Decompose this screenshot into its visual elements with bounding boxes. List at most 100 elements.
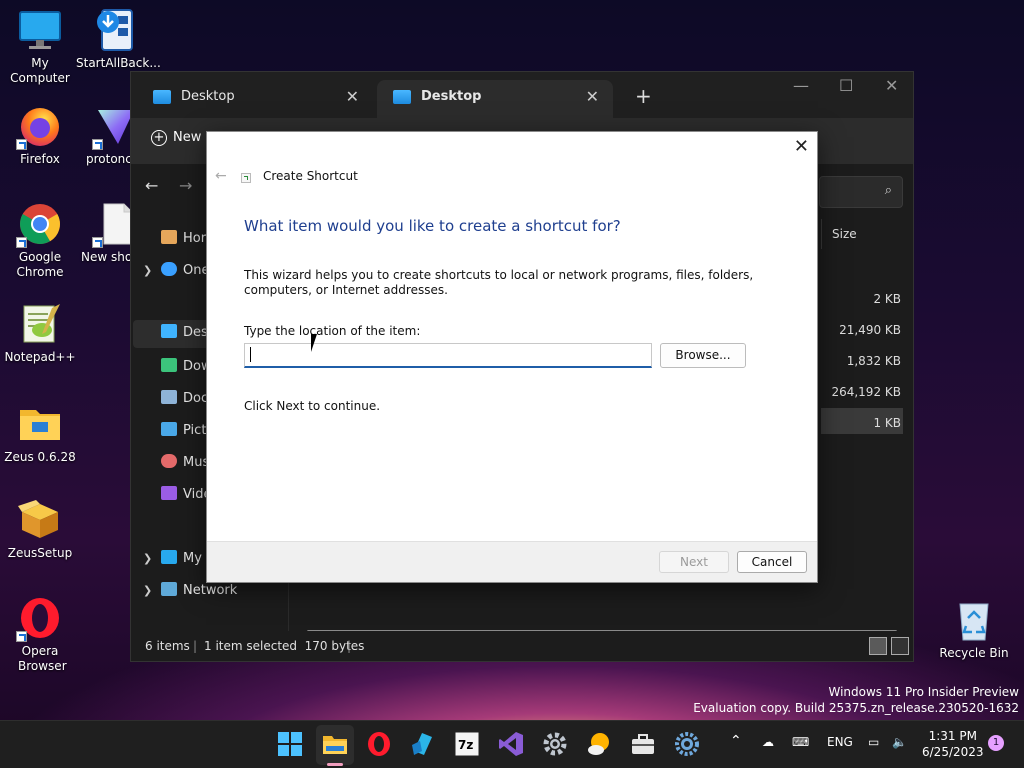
file-size-cell: 264,192 KB bbox=[831, 385, 901, 399]
column-header-size[interactable]: Size bbox=[821, 219, 907, 249]
next-button[interactable]: Next bbox=[659, 551, 729, 573]
sidebar-item-onedrive[interactable]: One bbox=[161, 262, 209, 286]
opera-icon[interactable] bbox=[366, 731, 392, 757]
desktop-icon-firefox[interactable]: Firefox bbox=[0, 104, 80, 167]
start-windows-icon[interactable] bbox=[277, 731, 303, 757]
shortcut-arrow-icon bbox=[92, 139, 103, 150]
search-box[interactable]: ⌕ bbox=[819, 176, 903, 208]
display-icon[interactable]: ▭ bbox=[868, 735, 879, 749]
dialog-title: Create Shortcut bbox=[263, 169, 358, 183]
desktop-icon-opera-browser[interactable]: Opera Browser bbox=[0, 596, 80, 674]
minimize-icon[interactable]: — bbox=[793, 76, 809, 95]
close-window-icon[interactable]: ✕ bbox=[885, 76, 898, 95]
sidebar-item-pictures[interactable]: Pict bbox=[161, 422, 206, 446]
search-icon: ⌕ bbox=[884, 183, 892, 198]
notification-badge[interactable]: 1 bbox=[988, 735, 1004, 751]
desktop-icon-zeus[interactable]: Zeus 0.6.28 bbox=[0, 402, 80, 465]
wizard-description: This wizard helps you to create shortcut… bbox=[244, 268, 754, 297]
sidebar-item-label: Doc bbox=[183, 391, 209, 406]
desktop-icon-label: Recycle Bin bbox=[939, 646, 1009, 660]
desktop-icon-label: Google Chrome bbox=[16, 250, 64, 279]
visual-studio-icon[interactable] bbox=[498, 731, 524, 757]
back-arrow-icon[interactable]: ← bbox=[145, 176, 158, 195]
show-hidden-icons-chevron[interactable]: ⌃ bbox=[730, 733, 742, 749]
network-disconnected-icon[interactable]: ☁ bbox=[762, 735, 774, 749]
settings-gear-icon[interactable] bbox=[542, 731, 568, 757]
file-size-cell: 1,832 KB bbox=[846, 354, 901, 368]
forward-arrow-icon[interactable]: → bbox=[179, 176, 192, 195]
desktop-icon-notepad-plus-plus[interactable]: Notepad++ bbox=[0, 302, 80, 365]
folder-icon bbox=[18, 402, 62, 446]
sidebar-item-music[interactable]: Mus bbox=[161, 454, 209, 478]
desktop-icon-google-chrome[interactable]: Google Chrome bbox=[0, 202, 80, 280]
taskbar: 7z ⌃ ☁ ⌨ ENG ▭ 🔈 1:31 PM 6/25/2023 1 bbox=[0, 720, 1024, 768]
keyboard-icon[interactable]: ⌨ bbox=[792, 735, 809, 749]
chevron-right-icon[interactable]: ❯ bbox=[143, 584, 152, 597]
status-divider: | bbox=[347, 639, 352, 653]
sidebar-item-documents[interactable]: Doc bbox=[161, 390, 208, 414]
watermark-edition: Windows 11 Pro Insider Preview bbox=[828, 685, 1019, 699]
desktop-icon-my-computer[interactable]: My Computer bbox=[0, 8, 80, 86]
text-caret bbox=[250, 347, 251, 362]
tab-label: Desktop bbox=[421, 89, 482, 104]
back-arrow-icon[interactable]: ← bbox=[215, 168, 227, 184]
maximize-icon[interactable]: ☐ bbox=[839, 76, 853, 95]
new-tab-icon[interactable]: + bbox=[635, 84, 652, 108]
language-indicator[interactable]: ENG bbox=[827, 735, 853, 749]
browse-button[interactable]: Browse... bbox=[660, 343, 746, 368]
evaluation-watermark: Windows 11 Pro Insider Preview Evaluatio… bbox=[693, 684, 1019, 716]
settings-cog-icon[interactable] bbox=[674, 731, 700, 757]
tiles-view-icon[interactable] bbox=[891, 637, 909, 655]
monitor-icon bbox=[18, 8, 62, 52]
sidebar-item-network[interactable]: Network bbox=[161, 582, 237, 606]
desktop-icon-label: Opera Browser bbox=[18, 644, 67, 673]
details-view-icon[interactable] bbox=[869, 637, 887, 655]
wizard-heading: What item would you like to create a sho… bbox=[244, 217, 621, 235]
app-blue-icon[interactable] bbox=[410, 731, 436, 757]
new-button-label: New bbox=[173, 130, 202, 145]
desktop-icon-zeussetup[interactable]: ZeusSetup bbox=[0, 498, 80, 561]
cancel-button[interactable]: Cancel bbox=[737, 551, 807, 573]
sidebar-item-label: My bbox=[183, 551, 202, 566]
volume-icon[interactable]: 🔈 bbox=[892, 735, 907, 749]
shortcut-arrow-icon bbox=[16, 237, 27, 248]
tab-bar: Desktop ✕ Desktop ✕ + — ☐ ✕ bbox=[131, 72, 913, 118]
home-icon bbox=[161, 230, 177, 244]
chevron-right-icon[interactable]: ❯ bbox=[143, 552, 152, 565]
toolbox-icon[interactable] bbox=[630, 731, 656, 757]
sidebar-item-my-computer[interactable]: My bbox=[161, 550, 202, 574]
tab-desktop-1[interactable]: Desktop ✕ bbox=[137, 80, 373, 118]
system-clock[interactable]: 1:31 PM 6/25/2023 bbox=[922, 728, 984, 760]
folder-desktop-icon bbox=[153, 90, 171, 104]
file-explorer-icon[interactable] bbox=[322, 731, 348, 757]
watermark-build: Evaluation copy. Build 25375.zn_release.… bbox=[693, 701, 1019, 715]
desktop-icon-label: Zeus 0.6.28 bbox=[4, 450, 76, 464]
close-tab-icon[interactable]: ✕ bbox=[346, 87, 359, 106]
tab-desktop-2[interactable]: Desktop ✕ bbox=[377, 80, 613, 118]
sidebar-item-home[interactable]: Hor bbox=[161, 230, 206, 254]
chevron-right-icon[interactable]: ❯ bbox=[143, 264, 152, 277]
network-icon bbox=[161, 582, 177, 596]
weather-icon[interactable] bbox=[586, 731, 612, 757]
desktop-icon bbox=[161, 324, 177, 338]
close-tab-icon[interactable]: ✕ bbox=[586, 87, 599, 106]
music-icon bbox=[161, 454, 177, 468]
new-button[interactable]: + New bbox=[151, 130, 201, 146]
status-divider: | bbox=[193, 639, 198, 653]
shortcut-arrow-icon bbox=[16, 631, 27, 642]
close-icon[interactable]: ✕ bbox=[794, 136, 809, 157]
continue-hint: Click Next to continue. bbox=[244, 399, 381, 413]
sidebar-item-videos[interactable]: Vide bbox=[161, 486, 211, 510]
sidebar-item-label: Pict bbox=[183, 423, 207, 438]
recycle-bin-icon bbox=[952, 598, 996, 642]
desktop-icon-label: Firefox bbox=[20, 152, 60, 166]
desktop-icon-recycle-bin[interactable]: Recycle Bin bbox=[934, 598, 1014, 661]
sidebar-item-downloads[interactable]: Dow bbox=[161, 358, 212, 382]
opera-icon bbox=[16, 596, 62, 642]
desktop-icon-startallback[interactable]: StartAllBack... bbox=[76, 8, 161, 71]
status-bar: 6 items | 1 item selected 170 bytes | bbox=[131, 631, 913, 661]
tab-label: Desktop bbox=[181, 89, 235, 104]
firefox-icon bbox=[16, 104, 62, 150]
7zip-icon[interactable]: 7z bbox=[454, 731, 480, 757]
location-input[interactable] bbox=[244, 343, 652, 368]
